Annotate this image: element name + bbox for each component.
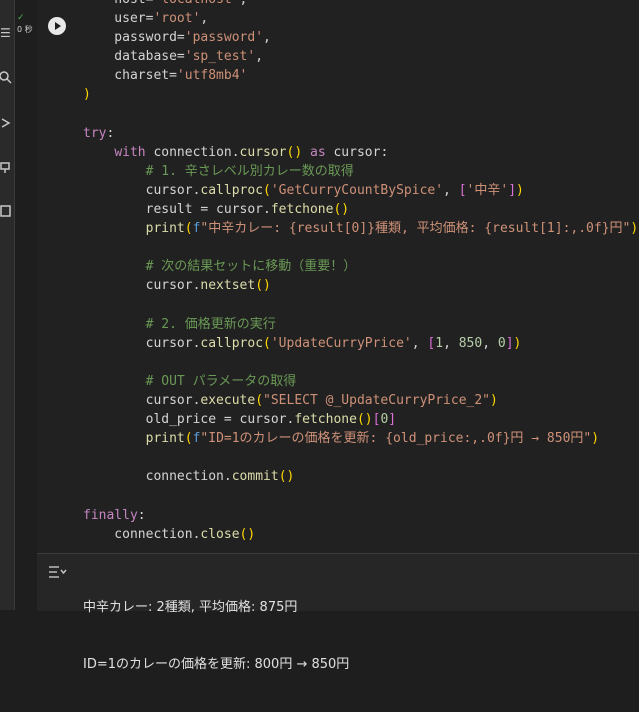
code-line: cursor.callproc('GetCurryCountBySpice', … bbox=[83, 182, 524, 198]
code-cell[interactable]: host='localhost', user='root', password=… bbox=[37, 0, 639, 553]
code-line: result = cursor.fetchone() bbox=[83, 202, 350, 218]
cell-gutter bbox=[15, 0, 37, 610]
code-line: connection.commit() bbox=[83, 469, 295, 485]
code-line: connection.close() bbox=[83, 526, 256, 542]
output-text: 中辛カレー: 2種類, 平均価格: 875円 ID=1のカレーの価格を更新: 8… bbox=[83, 560, 349, 712]
search-icon[interactable] bbox=[0, 70, 12, 84]
code-line: print(f"中辛カレー: {result[0]}種類, 平均価格: {res… bbox=[145, 221, 639, 237]
code-line: finally: bbox=[83, 507, 146, 523]
code-line: # 1. 辛さレベル別カレー数の取得 bbox=[145, 163, 354, 179]
run-status: ✓ 0 秒 bbox=[17, 14, 37, 35]
output-line: 中辛カレー: 2種類, 平均価格: 875円 bbox=[83, 600, 298, 615]
run-cell-button[interactable] bbox=[48, 17, 66, 35]
folder-icon[interactable] bbox=[0, 204, 12, 218]
code-line: try: bbox=[83, 125, 115, 141]
check-icon: ✓ bbox=[17, 13, 25, 23]
list-icon[interactable]: ☰ bbox=[0, 26, 12, 40]
code-editor[interactable]: host='localhost', user='root', password=… bbox=[83, 0, 638, 544]
code-line: old_price = cursor.fetchone()[0] bbox=[83, 412, 397, 428]
output-toggle-icon[interactable] bbox=[47, 564, 67, 580]
code-line: database='sp_test', bbox=[83, 49, 264, 65]
code-line: host='localhost', bbox=[83, 0, 638, 9]
code-line: cursor.execute("SELECT @_UpdateCurryPric… bbox=[83, 392, 498, 408]
code-line: # 2. 価格更新の実行 bbox=[145, 316, 276, 332]
left-sidebar: ☰ bbox=[0, 0, 15, 610]
code-line: cursor.callproc('UpdateCurryPrice', [1, … bbox=[83, 335, 522, 351]
code-line: cursor.nextset() bbox=[83, 278, 271, 294]
code-line: charset='utf8mb4' bbox=[83, 68, 248, 84]
code-line: password='password', bbox=[83, 30, 271, 46]
code-line: ) bbox=[83, 87, 91, 103]
code-line: # 次の結果セットに移動（重要！） bbox=[145, 259, 357, 275]
code-line: # OUT パラメータの取得 bbox=[145, 373, 297, 389]
cell-output: 中辛カレー: 2種類, 平均価格: 875円 ID=1のカレーの価格を更新: 8… bbox=[37, 553, 639, 672]
code-line: user='root', bbox=[83, 11, 209, 27]
execution-time: 0 秒 bbox=[17, 25, 33, 34]
code-line: print(f"ID=1のカレーの価格を更新: {old_price:,.0f}… bbox=[145, 431, 600, 447]
code-line: with connection.cursor() as cursor: bbox=[114, 144, 389, 160]
play-icon bbox=[55, 22, 61, 30]
output-line: ID=1のカレーの価格を更新: 800円 → 850円 bbox=[83, 657, 350, 672]
key-icon[interactable] bbox=[0, 160, 12, 174]
code-icon[interactable] bbox=[0, 116, 12, 130]
